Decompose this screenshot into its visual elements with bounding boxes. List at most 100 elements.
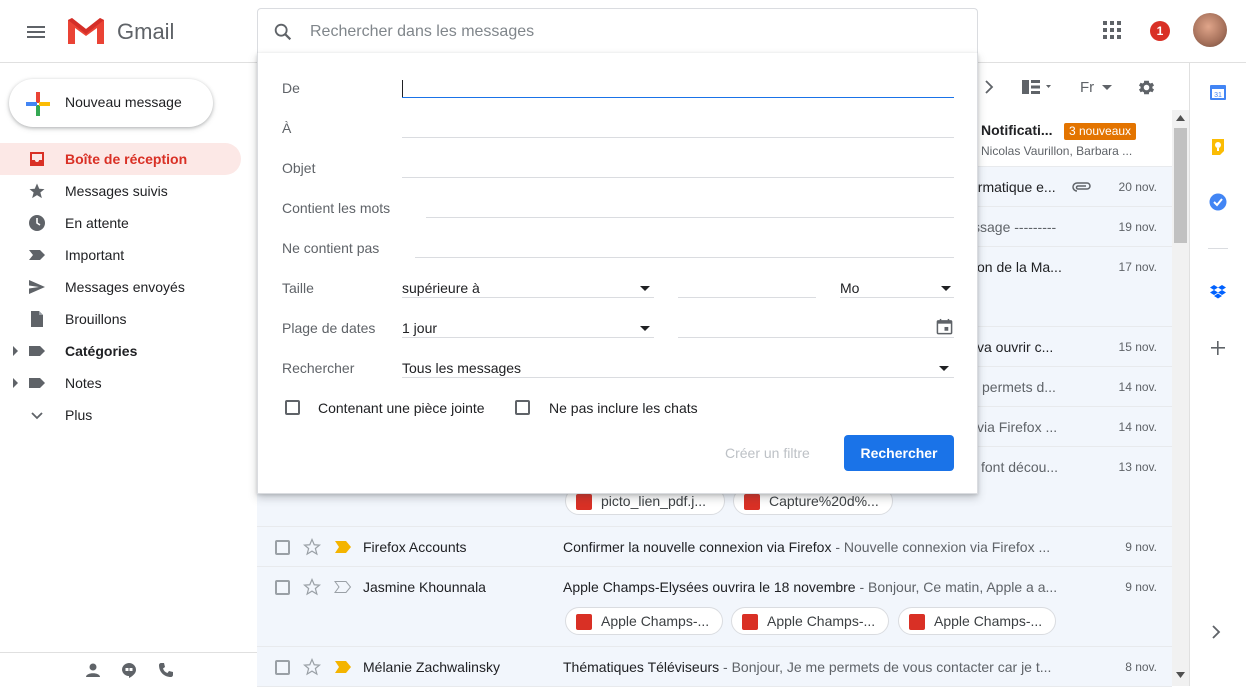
important-marker-icon[interactable]: [334, 541, 352, 553]
size-label: Taille: [282, 280, 314, 296]
email-fragment: ormatique e...: [970, 179, 1056, 195]
expand-caret-icon[interactable]: [12, 346, 20, 356]
expand-panel-icon[interactable]: [1211, 625, 1221, 639]
scroll-thumb[interactable]: [1174, 128, 1187, 243]
sidebar-item-more[interactable]: Plus: [0, 399, 241, 431]
sidebar-item-important[interactable]: Important: [0, 239, 241, 271]
split-pane-icon[interactable]: [1022, 80, 1056, 94]
size-operator-select[interactable]: supérieure à: [402, 280, 480, 296]
sidebar-item-notes[interactable]: Notes: [0, 367, 241, 399]
image-icon: [744, 494, 760, 510]
from-field[interactable]: [402, 97, 954, 98]
row-checkbox[interactable]: [275, 540, 290, 555]
date-field[interactable]: [678, 337, 954, 338]
date-range-select[interactable]: 1 jour: [402, 320, 437, 336]
sidebar-item-starred[interactable]: Messages suivis: [0, 175, 241, 207]
calendar-icon[interactable]: 31: [1209, 83, 1227, 101]
email-date: 17 nov.: [1118, 260, 1157, 274]
search-button[interactable]: Rechercher: [844, 435, 954, 471]
image-icon: [742, 614, 758, 630]
star-outline-icon[interactable]: [303, 538, 321, 556]
email-fragment: font décou...: [981, 459, 1059, 475]
email-subject: Thématiques Téléviseurs - Bonjour, Je me…: [563, 659, 1063, 675]
tasks-icon[interactable]: [1209, 193, 1227, 211]
doesnt-have-field[interactable]: [415, 257, 954, 258]
size-unit-underline: [840, 297, 954, 298]
hangouts-icon[interactable]: [121, 662, 137, 678]
dropdown-arrow-icon[interactable]: [640, 286, 650, 291]
email-date: 14 nov.: [1118, 420, 1157, 434]
search-in-label: Rechercher: [282, 360, 355, 376]
apps-grid-icon[interactable]: [1102, 20, 1122, 40]
star-outline-icon[interactable]: [303, 658, 321, 676]
subject-text: Thématiques Téléviseurs: [563, 659, 720, 675]
to-field[interactable]: [402, 137, 954, 138]
attachment-chip[interactable]: Apple Champs-...: [565, 607, 723, 635]
exclude-chats-label: Ne pas inclure les chats: [549, 400, 698, 416]
has-words-field[interactable]: [426, 217, 954, 218]
next-page-icon[interactable]: [984, 80, 994, 94]
dropdown-arrow-icon[interactable]: [939, 366, 949, 371]
email-date: 9 nov.: [1125, 540, 1157, 554]
person-icon[interactable]: [85, 662, 101, 678]
attachment-chip[interactable]: Apple Champs-...: [731, 607, 889, 635]
attachment-chip[interactable]: Apple Champs-...: [898, 607, 1056, 635]
scroll-down-icon[interactable]: [1176, 672, 1185, 678]
exclude-chats-checkbox[interactable]: [515, 400, 530, 415]
size-unit-select[interactable]: Mo: [840, 280, 859, 296]
clock-icon: [28, 214, 46, 232]
subject-field[interactable]: [402, 177, 954, 178]
star-outline-icon[interactable]: [303, 578, 321, 596]
table-row[interactable]: Jasmine Khounnala Apple Champs-Elysées o…: [257, 567, 1172, 647]
sidebar-item-label: Boîte de réception: [65, 151, 188, 167]
sidebar-item-categories[interactable]: Catégories: [0, 335, 241, 367]
important-outline-icon[interactable]: [334, 581, 352, 593]
dropdown-arrow-icon[interactable]: [640, 326, 650, 331]
account-avatar[interactable]: [1193, 13, 1227, 47]
table-row[interactable]: Mélanie Zachwalinsky Thématiques Télévis…: [257, 647, 1172, 687]
search-in-select[interactable]: Tous les messages: [402, 360, 521, 376]
calendar-picker-icon[interactable]: [936, 318, 953, 335]
sidebar-item-drafts[interactable]: Brouillons: [0, 303, 241, 335]
dropbox-icon[interactable]: [1209, 283, 1227, 301]
main-menu-icon[interactable]: [24, 20, 48, 44]
phone-icon[interactable]: [158, 662, 174, 678]
create-filter-button[interactable]: Créer un filtre: [725, 445, 810, 461]
dropdown-arrow-icon[interactable]: [1102, 85, 1112, 91]
list-scrollbar[interactable]: [1172, 110, 1189, 686]
search-bar[interactable]: [257, 8, 978, 54]
sidebar-item-inbox[interactable]: Boîte de réception: [0, 143, 241, 175]
table-row[interactable]: Firefox Accounts Confirmer la nouvelle c…: [257, 527, 1172, 567]
gmail-logo-icon[interactable]: [66, 16, 106, 46]
sidebar-item-label: Notes: [65, 375, 102, 391]
expand-caret-icon[interactable]: [12, 378, 20, 388]
label-icon: [28, 374, 46, 392]
email-fragment: ssage ---------: [973, 219, 1057, 235]
snippet-text: - Bonjour, Ce matin, Apple a a...: [855, 579, 1058, 595]
email-fragment: on de la Ma...: [977, 259, 1062, 275]
compose-label: Nouveau message: [65, 94, 182, 110]
search-input[interactable]: [310, 21, 910, 43]
search-icon[interactable]: [272, 21, 294, 43]
add-addon-icon[interactable]: [1209, 339, 1227, 357]
sidebar-item-sent[interactable]: Messages envoyés: [0, 271, 241, 303]
row-checkbox[interactable]: [275, 660, 290, 675]
email-fragment: va ouvrir c...: [977, 339, 1054, 355]
has-attachment-checkbox[interactable]: [285, 400, 300, 415]
language-selector[interactable]: Fr: [1080, 79, 1094, 96]
notification-badge[interactable]: 1: [1150, 21, 1170, 41]
gear-icon[interactable]: [1137, 78, 1156, 97]
email-sender: Firefox Accounts: [363, 539, 467, 555]
gmail-logo-text[interactable]: Gmail: [117, 19, 174, 45]
important-marker-icon[interactable]: [334, 661, 352, 673]
row-checkbox[interactable]: [275, 580, 290, 595]
size-value-field[interactable]: [678, 297, 816, 298]
sidebar-item-snoozed[interactable]: En attente: [0, 207, 241, 239]
dropdown-arrow-icon[interactable]: [941, 286, 951, 291]
advanced-search-panel: De À Objet Contient les mots Ne contient…: [257, 53, 978, 494]
compose-button[interactable]: Nouveau message: [9, 79, 213, 127]
scroll-up-icon[interactable]: [1176, 115, 1185, 121]
keep-icon[interactable]: [1209, 138, 1227, 156]
email-fragment: via Firefox ...: [977, 419, 1058, 435]
draft-icon: [28, 310, 46, 328]
